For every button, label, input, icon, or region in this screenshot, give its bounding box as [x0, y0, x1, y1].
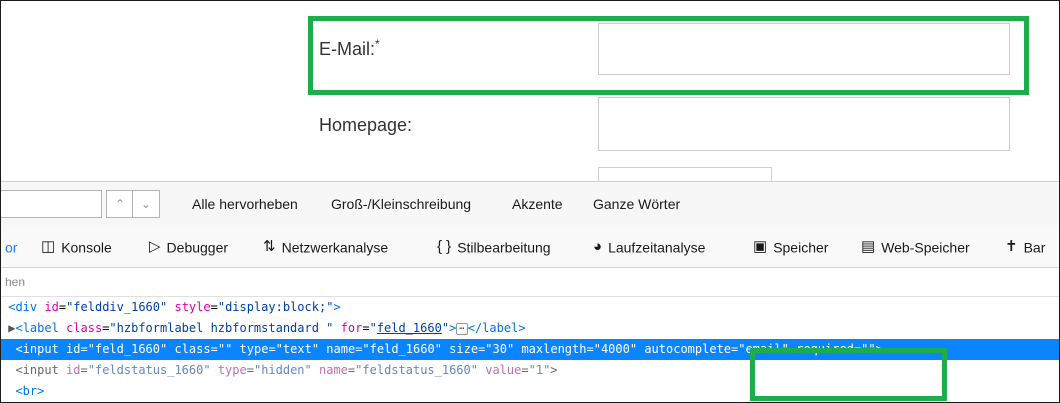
attr-value-id: feld_1660	[94, 342, 160, 356]
attr-value-class: hzbformlabel hzbformstandard	[116, 321, 327, 335]
next-input[interactable]	[598, 167, 772, 181]
ellipsis-icon[interactable]: ⋯	[456, 322, 468, 335]
braces-icon: { }	[437, 238, 452, 256]
attr-value-value: 1	[535, 363, 544, 377]
homepage-input[interactable]	[598, 97, 1010, 151]
find-previous-button[interactable]: ⌃	[106, 190, 134, 218]
tab-storage[interactable]: ▤ Web-Speicher	[861, 225, 970, 267]
tab-label: Stilbearbeitung	[457, 239, 551, 256]
tab-label: Konsole	[61, 239, 112, 256]
tab-memory[interactable]: ▣ Speicher	[753, 225, 828, 267]
highlight-box-autocomplete	[750, 348, 947, 401]
attr-value-type: hidden	[261, 363, 305, 377]
tab-label: Laufzeitanalyse	[608, 239, 706, 256]
inspector-search-row[interactable]: hen	[1, 268, 1059, 297]
attr-value-id: feldstatus_1660	[94, 363, 204, 377]
attr-value-name: feld_1660	[369, 342, 435, 356]
match-case-option[interactable]: Groß-/Kleinschreibung	[331, 196, 471, 212]
highlight-all-option[interactable]: Alle hervorheben	[192, 196, 298, 212]
attr-value-maxlength: 4000	[600, 342, 630, 356]
attr-value-for[interactable]: feld_1660	[377, 321, 442, 335]
inspector-search-placeholder: hen	[5, 275, 26, 289]
attr-value-id: felddiv_1660	[73, 300, 160, 314]
find-input[interactable]	[1, 190, 102, 218]
tab-accessibility[interactable]: ✝ Bar	[1005, 225, 1045, 267]
homepage-label: Homepage:	[319, 115, 413, 135]
devtools-tabbar: or ◫ Konsole ▷ Debugger ⇅ Netzwerkanalyse {…	[1, 225, 1059, 268]
markup-line-label[interactable]: ▶<label class="hzbformlabel hzbformstand…	[1, 318, 1059, 339]
gauge-icon: ◕	[593, 238, 603, 256]
accessibility-person-icon: ✝	[1005, 238, 1018, 256]
network-arrows-icon: ⇅	[263, 238, 276, 256]
find-next-button[interactable]: ⌄	[132, 190, 160, 218]
debugger-icon: ▷	[149, 238, 161, 256]
diacritics-option[interactable]: Akzente	[512, 196, 563, 212]
chevron-down-icon: ⌄	[140, 197, 152, 211]
tab-label: Web-Speicher	[881, 239, 970, 256]
tab-debugger[interactable]: ▷ Debugger	[149, 225, 228, 267]
web-page-form: E-Mail:* Homepage:	[1, 1, 1059, 181]
tab-label: Netzwerkanalyse	[281, 239, 389, 256]
attr-value-name: feldstatus_1660	[362, 363, 471, 377]
chevron-up-icon: ⌃	[114, 197, 126, 211]
screenshot-frame: E-Mail:* Homepage: ⌃ ⌄ Alle hervorheben …	[0, 0, 1060, 403]
attr-value-style: display:block;	[225, 300, 327, 314]
tab-label: or	[5, 239, 18, 256]
markup-line-div[interactable]: <div id="felddiv_1660" style="display:bl…	[1, 297, 1059, 318]
memory-chip-icon: ▣	[753, 238, 768, 256]
storage-icon: ▤	[861, 238, 876, 256]
tab-label: Debugger	[166, 239, 229, 256]
whole-words-option[interactable]: Ganze Wörter	[593, 196, 680, 212]
tab-label: Speicher	[773, 239, 829, 256]
attr-value-size: 30	[492, 342, 507, 356]
tab-network[interactable]: ⇅ Netzwerkanalyse	[263, 225, 388, 267]
tab-label: Bar	[1023, 239, 1046, 256]
console-icon: ◫	[41, 238, 56, 256]
highlight-box-email	[308, 16, 1029, 95]
tab-console[interactable]: ◫ Konsole	[41, 225, 112, 267]
find-bar: ⌃ ⌄ Alle hervorheben Groß-/Kleinschreibu…	[1, 181, 1059, 226]
tab-style-editor[interactable]: { } Stilbearbeitung	[437, 225, 551, 267]
tab-inspector[interactable]: or	[5, 225, 17, 267]
attr-value-type: text	[282, 342, 312, 356]
tab-performance[interactable]: ◕ Laufzeitanalyse	[593, 225, 705, 267]
